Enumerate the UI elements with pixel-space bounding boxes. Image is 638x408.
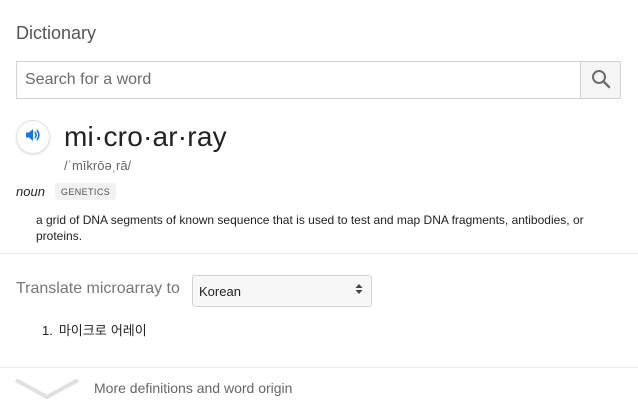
search-box [16,61,621,99]
language-select[interactable]: Korean [192,275,372,307]
headword: mi·cro·ar·ray [64,121,227,152]
search-button[interactable] [580,62,620,98]
part-of-speech: noun [16,184,45,199]
translation-index: 1. [42,323,53,338]
up-down-arrows-icon [355,282,363,300]
translation-text: 마이크로 어레이 [58,324,147,339]
speaker-icon [24,126,42,149]
card-title: Dictionary [16,23,97,43]
divider [0,253,638,254]
dictionary-card: Dictionary mi·cro·ar·ray /ˈmīkrōəˌrā/ no… [0,0,638,408]
definition-text: a grid of DNA segments of known sequence… [36,213,584,243]
search-input[interactable] [17,62,580,98]
chevron-down-icon [14,378,80,405]
translate-label: Translate microarray to [16,280,180,297]
selected-language: Korean [199,283,241,299]
translation-result: 1. 마이크로 어레이 [42,320,147,339]
more-definitions-button[interactable]: More definitions and word origin [0,368,638,408]
more-definitions-label: More definitions and word origin [94,380,293,396]
domain-badge: GENETICS [54,183,117,200]
phonetic-spelling: /ˈmīkrōəˌrā/ [64,158,132,173]
search-icon [591,69,611,92]
part-of-speech-row: noun GENETICS [16,183,117,200]
pronunciation-audio-button[interactable] [16,120,50,154]
